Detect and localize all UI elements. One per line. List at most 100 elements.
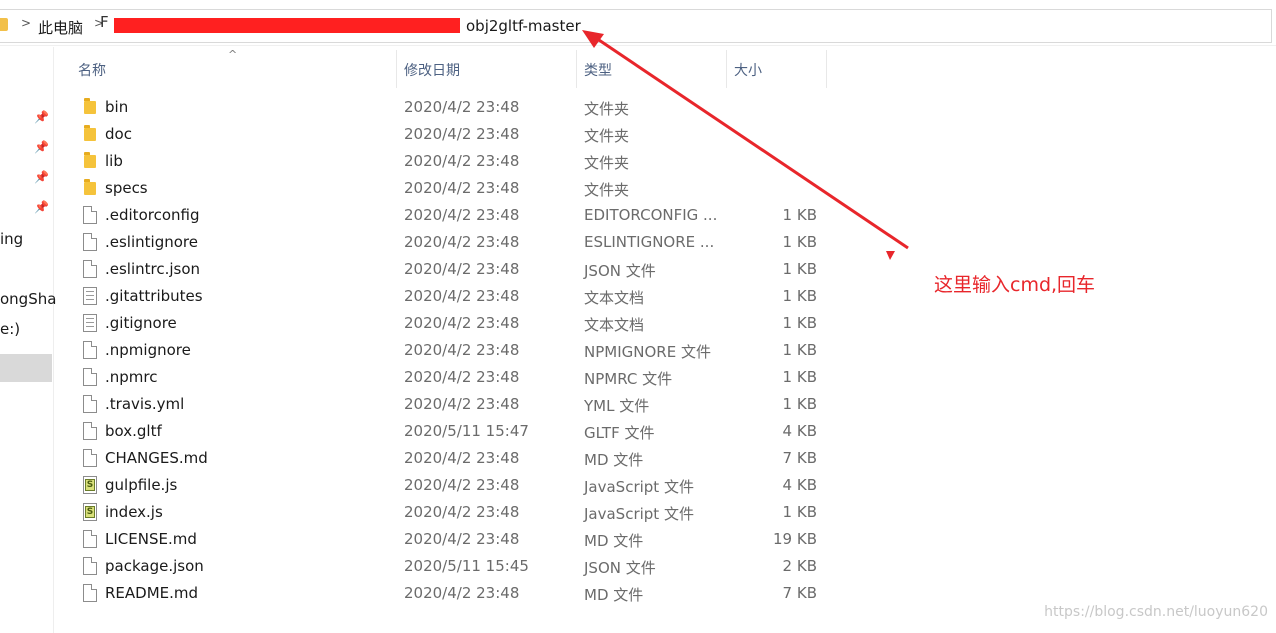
annotation-marker bbox=[886, 251, 895, 260]
file-name: lib bbox=[105, 152, 123, 170]
text-document-icon bbox=[83, 287, 97, 305]
file-name: bin bbox=[105, 98, 129, 116]
folder-icon bbox=[0, 18, 8, 31]
file-name: doc bbox=[105, 125, 132, 143]
file-date: 2020/4/2 23:48 bbox=[404, 530, 520, 548]
file-name: .eslintrc.json bbox=[105, 260, 201, 278]
pin-icon[interactable]: 📌 bbox=[34, 200, 49, 216]
file-icon bbox=[83, 233, 97, 251]
file-size: 1 KB bbox=[782, 260, 817, 278]
file-row[interactable]: .npmignore 2020/4/2 23:48 NPMIGNORE 文件 1 KB bbox=[56, 337, 856, 364]
file-size: 4 KB bbox=[782, 422, 817, 440]
file-date: 2020/4/2 23:48 bbox=[404, 179, 520, 197]
file-type: ESLINTIGNORE ... bbox=[584, 233, 715, 251]
file-date: 2020/4/2 23:48 bbox=[404, 503, 520, 521]
column-name-label: 名称 bbox=[78, 63, 106, 79]
file-icon bbox=[83, 395, 97, 413]
file-icon bbox=[83, 341, 97, 359]
breadcrumb-this-pc[interactable]: 此电脑 bbox=[38, 17, 83, 38]
file-type: 文件夹 bbox=[584, 100, 630, 118]
file-row[interactable]: doc 2020/4/2 23:48 文件夹 bbox=[56, 121, 856, 148]
file-type: 文件夹 bbox=[584, 181, 630, 199]
file-row[interactable]: package.json 2020/5/11 15:45 JSON 文件 2 KB bbox=[56, 553, 856, 580]
file-date: 2020/4/2 23:48 bbox=[404, 98, 520, 116]
file-name: box.gltf bbox=[105, 422, 162, 440]
javascript-file-icon: S bbox=[83, 476, 97, 494]
file-type: 文本文档 bbox=[584, 316, 645, 334]
file-date: 2020/5/11 15:47 bbox=[404, 422, 529, 440]
file-type: 文件夹 bbox=[584, 154, 630, 172]
nav-item[interactable]: ongSha bbox=[0, 290, 56, 308]
nav-item[interactable]: e:) bbox=[0, 320, 20, 338]
file-date: 2020/4/2 23:48 bbox=[404, 233, 520, 251]
file-icon bbox=[83, 422, 97, 440]
file-size: 1 KB bbox=[782, 233, 817, 251]
file-name: package.json bbox=[105, 557, 204, 575]
file-size: 1 KB bbox=[782, 368, 817, 386]
file-icon bbox=[83, 584, 97, 602]
file-date: 2020/4/2 23:48 bbox=[404, 314, 520, 332]
file-type: MD 文件 bbox=[584, 532, 644, 550]
file-row[interactable]: .eslintrc.json 2020/4/2 23:48 JSON 文件 1 KB bbox=[56, 256, 856, 283]
pin-icon[interactable]: 📌 bbox=[34, 140, 49, 156]
file-type: 文本文档 bbox=[584, 289, 645, 307]
file-row[interactable]: Sindex.js 2020/4/2 23:48 JavaScript 文件 1 KB bbox=[56, 499, 856, 526]
file-row[interactable]: Sgulpfile.js 2020/4/2 23:48 JavaScript 文件 4… bbox=[56, 472, 856, 499]
script-glyph: S bbox=[85, 479, 95, 491]
file-name: .npmignore bbox=[105, 341, 191, 359]
file-row[interactable]: specs 2020/4/2 23:48 文件夹 bbox=[56, 175, 856, 202]
file-row[interactable]: README.md 2020/4/2 23:48 MD 文件 7 KB bbox=[56, 580, 856, 607]
file-type: GLTF 文件 bbox=[584, 424, 655, 442]
file-name: .editorconfig bbox=[105, 206, 200, 224]
file-row[interactable]: LICENSE.md 2020/4/2 23:48 MD 文件 19 KB bbox=[56, 526, 856, 553]
file-name: LICENSE.md bbox=[105, 530, 197, 548]
column-header: 名称 修改日期 类型 大小 bbox=[56, 50, 836, 88]
file-type: JSON 文件 bbox=[584, 559, 656, 577]
nav-item-selected[interactable] bbox=[0, 354, 52, 382]
watermark: https://blog.csdn.net/luoyun620 bbox=[1044, 604, 1268, 620]
text-document-icon bbox=[83, 314, 97, 332]
file-icon bbox=[83, 206, 97, 224]
file-size: 2 KB bbox=[782, 557, 817, 575]
address-bar: > 此电脑 > obj2gltf-master F bbox=[0, 0, 1276, 46]
column-date[interactable]: 修改日期 bbox=[397, 50, 577, 88]
file-date: 2020/4/2 23:48 bbox=[404, 395, 520, 413]
file-date: 2020/4/2 23:48 bbox=[404, 449, 520, 467]
file-name: .gitignore bbox=[105, 314, 177, 332]
file-row[interactable]: box.gltf 2020/5/11 15:47 GLTF 文件 4 KB bbox=[56, 418, 856, 445]
file-size: 1 KB bbox=[782, 395, 817, 413]
file-row[interactable]: .gitignore 2020/4/2 23:48 文本文档 1 KB bbox=[56, 310, 856, 337]
file-size: 1 KB bbox=[782, 341, 817, 359]
file-row[interactable]: .gitattributes 2020/4/2 23:48 文本文档 1 KB bbox=[56, 283, 856, 310]
file-type: NPMIGNORE 文件 bbox=[584, 343, 711, 361]
file-size: 1 KB bbox=[782, 503, 817, 521]
file-date: 2020/4/2 23:48 bbox=[404, 152, 520, 170]
file-name: specs bbox=[105, 179, 148, 197]
file-row[interactable]: .eslintignore 2020/4/2 23:48 ESLINTIGNORE … bbox=[56, 229, 856, 256]
file-date: 2020/4/2 23:48 bbox=[404, 341, 520, 359]
file-row[interactable]: .npmrc 2020/4/2 23:48 NPMRC 文件 1 KB bbox=[56, 364, 856, 391]
file-type: MD 文件 bbox=[584, 586, 644, 604]
file-row[interactable]: .editorconfig 2020/4/2 23:48 EDITORCONFIG … bbox=[56, 202, 856, 229]
folder-icon bbox=[84, 179, 96, 195]
file-name: README.md bbox=[105, 584, 199, 602]
column-type[interactable]: 类型 bbox=[577, 50, 727, 88]
file-row[interactable]: CHANGES.md 2020/4/2 23:48 MD 文件 7 KB bbox=[56, 445, 856, 472]
column-size[interactable]: 大小 bbox=[727, 50, 827, 88]
pin-icon[interactable]: 📌 bbox=[34, 170, 49, 186]
file-date: 2020/4/2 23:48 bbox=[404, 125, 520, 143]
file-row[interactable]: bin 2020/4/2 23:48 文件夹 bbox=[56, 94, 856, 121]
column-name[interactable]: 名称 bbox=[56, 50, 397, 88]
file-icon bbox=[83, 530, 97, 548]
file-name: .gitattributes bbox=[105, 287, 203, 305]
chevron-right-icon[interactable]: > bbox=[21, 16, 31, 30]
breadcrumb-current-folder[interactable]: obj2gltf-master bbox=[466, 17, 581, 35]
file-name: .eslintignore bbox=[105, 233, 198, 251]
file-date: 2020/4/2 23:48 bbox=[404, 584, 520, 602]
file-type: NPMRC 文件 bbox=[584, 370, 673, 388]
file-row[interactable]: lib 2020/4/2 23:48 文件夹 bbox=[56, 148, 856, 175]
file-row[interactable]: .travis.yml 2020/4/2 23:48 YML 文件 1 KB bbox=[56, 391, 856, 418]
pin-icon[interactable]: 📌 bbox=[34, 110, 49, 126]
file-date: 2020/4/2 23:48 bbox=[404, 368, 520, 386]
nav-item[interactable]: ing bbox=[0, 230, 23, 248]
